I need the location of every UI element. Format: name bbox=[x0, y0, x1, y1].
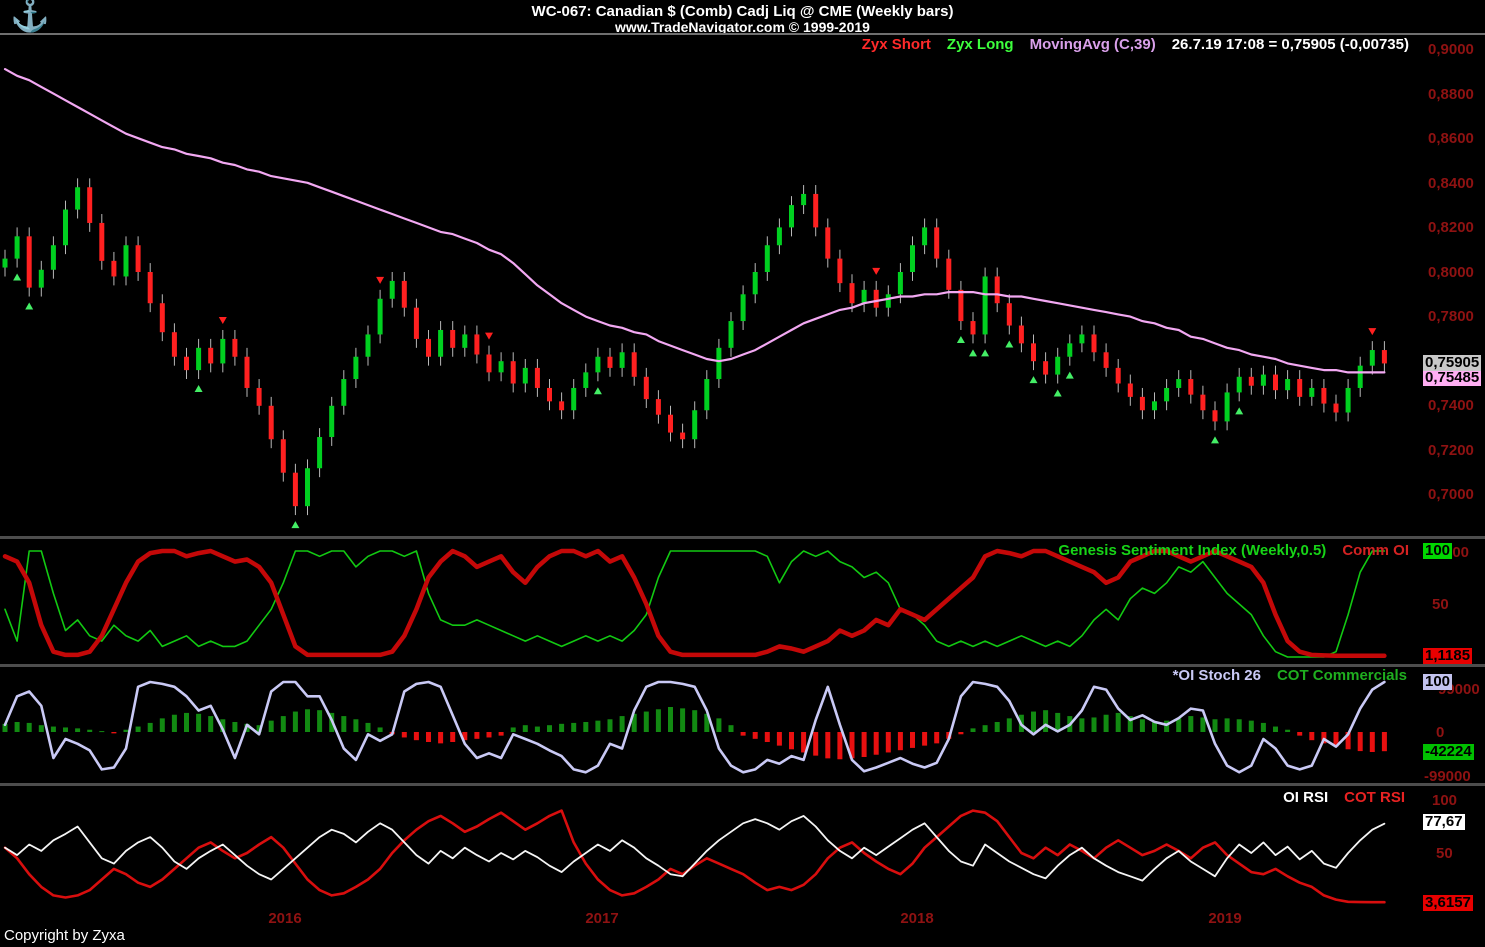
cot-rsi-value-badge: 3,6157 bbox=[1423, 895, 1473, 911]
legend-oi-rsi: OI RSI bbox=[1283, 789, 1328, 806]
cot-commercials-value-badge: -42224 bbox=[1423, 744, 1474, 760]
price-tick-label: 0,7800 bbox=[1428, 308, 1474, 325]
chart-canvas[interactable] bbox=[0, 0, 1485, 947]
oi-rsi-value-badge: 77,67 bbox=[1423, 814, 1465, 830]
year-label: 2016 bbox=[265, 910, 305, 927]
p3-tick-0: 0 bbox=[1436, 724, 1444, 741]
p2-tick-50: 50 bbox=[1432, 596, 1449, 613]
window-title: WC-067: Canadian $ (Comb) Cadj Liq @ CME… bbox=[0, 3, 1485, 20]
price-tick-label: 0,9000 bbox=[1428, 41, 1474, 58]
price-tick-label: 0,8800 bbox=[1428, 86, 1474, 103]
legend-moving-avg: MovingAvg (C,39) bbox=[1030, 36, 1156, 53]
legend-cot-rsi: COT RSI bbox=[1344, 789, 1405, 806]
legend-zyx-short: Zyx Short bbox=[862, 36, 931, 53]
price-tick-label: 0,8600 bbox=[1428, 130, 1474, 147]
price-tick-label: 0,7400 bbox=[1428, 397, 1474, 414]
stoch-value-badge: 100 bbox=[1423, 674, 1452, 690]
p4-tick-100: 100 bbox=[1432, 792, 1457, 809]
header-divider bbox=[0, 33, 1485, 35]
tradenavigator-chart-window: ⚓ WC-067: Canadian $ (Comb) Cadj Liq @ C… bbox=[0, 0, 1485, 947]
comm-oi-value-badge: 1,1185 bbox=[1423, 648, 1472, 664]
price-tick-label: 0,8200 bbox=[1428, 219, 1474, 236]
ma-value-badge: 0,75485 bbox=[1423, 370, 1481, 386]
price-tick-label: 0,7000 bbox=[1428, 486, 1474, 503]
price-tick-label: 0,7200 bbox=[1428, 442, 1474, 459]
p3-tick-neg99000: -99000 bbox=[1424, 768, 1471, 785]
copyright-text: Copyright by Zyxa bbox=[4, 927, 125, 944]
panel3-legend: *OI Stoch 26 COT Commercials bbox=[1173, 667, 1407, 684]
p4-tick-50: 50 bbox=[1436, 845, 1453, 862]
legend-sentiment: Genesis Sentiment Index (Weekly,0.5) bbox=[1058, 542, 1326, 559]
legend-comm-oi: Comm OI bbox=[1342, 542, 1409, 559]
year-label: 2018 bbox=[897, 910, 937, 927]
last-price-badge: 0,75905 bbox=[1423, 355, 1481, 371]
legend-zyx-long: Zyx Long bbox=[947, 36, 1014, 53]
quote-status: 26.7.19 17:08 = 0,75905 (-0,00735) bbox=[1172, 36, 1409, 53]
sentiment-value-badge: 100 bbox=[1423, 543, 1452, 559]
legend-cot-commercials: COT Commercials bbox=[1277, 667, 1407, 684]
year-label: 2019 bbox=[1205, 910, 1245, 927]
price-tick-label: 0,8400 bbox=[1428, 175, 1474, 192]
legend-oi-stoch: *OI Stoch 26 bbox=[1173, 667, 1261, 684]
year-label: 2017 bbox=[582, 910, 622, 927]
price-tick-label: 0,8000 bbox=[1428, 264, 1474, 281]
main-legend: Zyx Short Zyx Long MovingAvg (C,39) 26.7… bbox=[862, 36, 1409, 53]
panel2-legend: Genesis Sentiment Index (Weekly,0.5) Com… bbox=[1058, 542, 1409, 559]
panel4-legend: OI RSI COT RSI bbox=[1283, 789, 1405, 806]
